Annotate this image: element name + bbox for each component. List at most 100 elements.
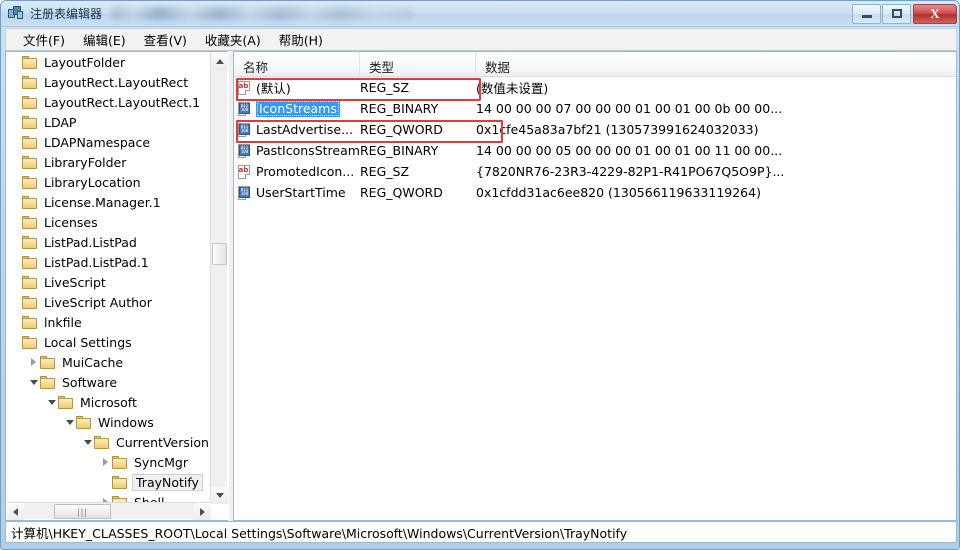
value-name: PromotedIcon... — [256, 164, 355, 179]
menu-item-favorites[interactable]: 收藏夹(A) — [196, 28, 270, 51]
tree-item-librarylocation[interactable]: LibraryLocation — [6, 172, 211, 192]
value-name: (默认) — [256, 81, 291, 96]
tree-item-label: ListPad.ListPad.1 — [44, 254, 149, 270]
tree-item-label: TrayNotify — [132, 473, 203, 491]
tree-vertical-scrollbar[interactable] — [210, 53, 228, 504]
menu-item-help[interactable]: 帮助(H) — [270, 28, 332, 51]
value-name-cell: 011 100 UserStartTime — [234, 185, 360, 200]
tree-item-currentversion[interactable]: CurrentVersion — [6, 432, 211, 452]
tree-item-syncmgr[interactable]: SyncMgr — [6, 452, 211, 472]
tree-item-label: Local Settings — [44, 334, 132, 350]
registry-tree-panel: LayoutFolder LayoutRect.LayoutRect LayoutR… — [5, 51, 228, 521]
folder-icon — [22, 135, 38, 149]
menu-item-file[interactable]: 文件(F) — [14, 28, 74, 51]
scroll-right-arrow-icon[interactable] — [194, 503, 211, 520]
collapse-arrow-icon[interactable] — [82, 437, 93, 448]
window-controls: X — [851, 3, 957, 24]
tree-item-livescript-author[interactable]: LiveScript Author — [6, 292, 211, 312]
table-row[interactable]: ab (默认) REG_SZ (数值未设置) — [234, 77, 956, 98]
collapse-arrow-icon[interactable] — [64, 417, 75, 428]
value-name-cell: 011 100 IconStreams — [234, 100, 360, 117]
registry-editor-icon — [8, 6, 24, 21]
registry-tree[interactable]: LayoutFolder LayoutRect.LayoutRect LayoutR… — [6, 52, 211, 504]
tree-item-listpad-listpad-1[interactable]: ListPad.ListPad.1 — [6, 252, 211, 272]
tree-item-label: Microsoft — [80, 394, 137, 410]
tree-arrow-placeholder — [10, 197, 21, 208]
folder-icon — [22, 275, 38, 289]
value-type: REG_SZ — [360, 164, 410, 179]
window-title: 注册表编辑器 — [30, 7, 103, 21]
table-row[interactable]: 011 100 PastIconsStream REG_BINARY 14 00 00 … — [234, 140, 956, 161]
tree-item-windows[interactable]: Windows — [6, 412, 211, 432]
tree-item-microsoft[interactable]: Microsoft — [6, 392, 211, 412]
vertical-scroll-thumb[interactable] — [212, 243, 227, 265]
expand-arrow-icon[interactable] — [28, 357, 39, 368]
column-header-name[interactable]: 名称 — [234, 52, 360, 76]
tree-item-lnkfile[interactable]: lnkfile — [6, 312, 211, 332]
horizontal-scroll-thumb[interactable]: ||| — [54, 504, 111, 519]
blurred-watermark — [112, 7, 413, 20]
maximize-button[interactable] — [882, 3, 911, 24]
table-row[interactable]: 011 100 UserStartTime REG_QWORD 0x1cfdd31ac6… — [234, 182, 956, 203]
scroll-left-arrow-icon[interactable] — [7, 503, 24, 520]
tree-item-label: MuiCache — [62, 354, 124, 370]
minimize-button[interactable] — [852, 3, 881, 24]
tree-item-ldap[interactable]: LDAP — [6, 112, 211, 132]
table-row[interactable]: 011 100 IconStreams REG_BINARY 14 00 00 00 0… — [234, 98, 956, 119]
close-button[interactable]: X — [913, 3, 957, 24]
tree-item-layoutrect-layoutrect[interactable]: LayoutRect.LayoutRect — [6, 72, 211, 92]
tree-horizontal-scrollbar[interactable]: ||| — [7, 502, 211, 520]
tree-item-listpad-listpad[interactable]: ListPad.ListPad — [6, 232, 211, 252]
tree-arrow-placeholder — [10, 277, 21, 288]
tree-item-label: Licenses — [44, 214, 98, 230]
folder-icon — [22, 155, 38, 169]
menu-item-view[interactable]: 查看(V) — [135, 28, 196, 51]
folder-icon — [94, 435, 110, 449]
tree-item-traynotify[interactable]: TrayNotify — [6, 472, 211, 492]
tree-item-ldapnamespace[interactable]: LDAPNamespace — [6, 132, 211, 152]
menu-item-edit[interactable]: 编辑(E) — [74, 28, 135, 51]
table-row[interactable]: 011 100 LastAdvertise... REG_QWORD 0x1cfe45a… — [234, 119, 956, 140]
tree-arrow-placeholder — [10, 137, 21, 148]
scroll-down-arrow-icon[interactable] — [211, 487, 228, 504]
column-header-data[interactable]: 数据 — [476, 52, 956, 76]
value-data: 14 00 00 00 07 00 00 00 01 00 01 00 0b 0… — [476, 101, 783, 116]
expand-arrow-icon[interactable] — [100, 457, 111, 468]
collapse-arrow-icon[interactable] — [46, 397, 57, 408]
registry-editor-window: 注册表编辑器 X 文件(F) 编辑(E) 查看(V) 收藏夹(A) 帮助(H) … — [0, 0, 960, 550]
tree-item-label: CurrentVersion — [116, 434, 209, 450]
list-header: 名称 类型 数据 — [234, 52, 956, 77]
tree-item-livescript[interactable]: LiveScript — [6, 272, 211, 292]
tree-arrow-placeholder — [10, 97, 21, 108]
folder-icon — [22, 335, 38, 349]
value-type: REG_BINARY — [360, 143, 439, 158]
scroll-up-arrow-icon[interactable] — [211, 53, 228, 70]
tree-item-layoutfolder[interactable]: LayoutFolder — [6, 52, 211, 72]
binary-value-icon: 011 100 — [237, 101, 252, 116]
table-row[interactable]: ab PromotedIcon... REG_SZ {7820NR76-23R3-42… — [234, 161, 956, 182]
value-data: 0x1cfdd31ac6ee820 (130566119633119264) — [476, 185, 761, 200]
tree-arrow-placeholder — [10, 117, 21, 128]
folder-icon — [22, 315, 38, 329]
title-bar: 注册表编辑器 X — [1, 1, 959, 27]
folder-icon — [22, 215, 38, 229]
folder-icon — [22, 195, 38, 209]
tree-item-software[interactable]: Software — [6, 372, 211, 392]
tree-item-label: SyncMgr — [134, 454, 188, 470]
tree-item-layoutrect-layoutrect-1[interactable]: LayoutRect.LayoutRect.1 — [6, 92, 211, 112]
tree-item-label: lnkfile — [44, 314, 82, 330]
tree-item-label: LayoutFolder — [44, 54, 126, 70]
column-header-type[interactable]: 类型 — [360, 52, 476, 76]
tree-item-label: LiveScript Author — [44, 294, 152, 310]
value-name-cell: 011 100 LastAdvertise... — [234, 122, 360, 137]
value-name: PastIconsStream — [256, 143, 360, 158]
tree-item-label: LDAP — [44, 114, 77, 130]
tree-item-licenses[interactable]: Licenses — [6, 212, 211, 232]
value-data: {7820NR76-23R3-4229-82P1-R41PO67Q5O9P}..… — [476, 164, 785, 179]
tree-item-license-manager-1[interactable]: License.Manager.1 — [6, 192, 211, 212]
collapse-arrow-icon[interactable] — [28, 377, 39, 388]
folder-icon — [76, 415, 92, 429]
tree-item-local-settings[interactable]: Local Settings — [6, 332, 211, 352]
tree-item-libraryfolder[interactable]: LibraryFolder — [6, 152, 211, 172]
tree-item-muicache[interactable]: MuiCache — [6, 352, 211, 372]
